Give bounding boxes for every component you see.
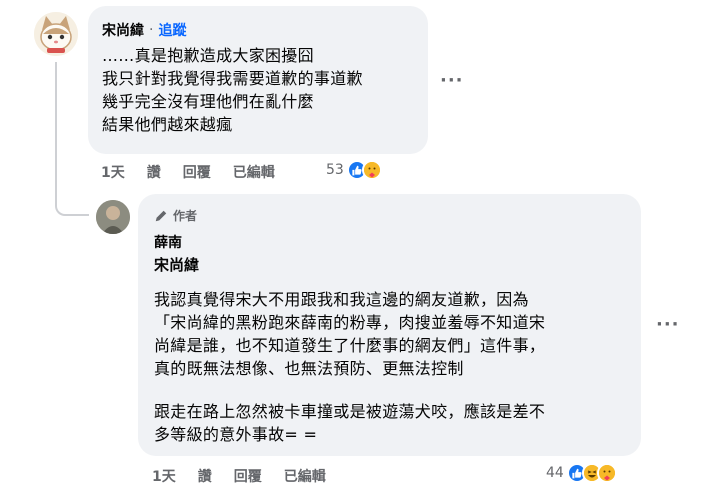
comment-text-line: 多等級的意外事故= =: [154, 425, 318, 444]
avatar[interactable]: [96, 200, 130, 234]
care-reaction-icon: [596, 463, 617, 483]
reaction-count: 44: [546, 465, 564, 481]
more-options-button[interactable]: ···: [656, 314, 680, 335]
reaction-count: 53: [326, 162, 344, 178]
comment-text-line: ……真是抱歉造成大家困擾囧: [102, 46, 314, 65]
author-badge: 作者: [154, 207, 197, 224]
thread-line: [55, 62, 57, 202]
comment-bubble: 宋尚緯 · 追蹤 ……真是抱歉造成大家困擾囧 我只針對我覺得我需要道歉的事道歉 …: [88, 6, 428, 154]
comment-text-line: 幾乎完全沒有理他們在亂什麼: [102, 92, 314, 111]
reaction-summary[interactable]: 44: [546, 463, 617, 483]
comment-timestamp[interactable]: 1天: [101, 162, 125, 182]
comment-text-line: 跟走在路上忽然被卡車撞或是被遊蕩犬咬，應該是差不: [154, 402, 546, 421]
avatar[interactable]: [34, 12, 78, 56]
more-options-button[interactable]: ···: [440, 70, 464, 91]
comment-text-line: 真的既無法想像、也無法預防、更無法控制: [154, 359, 464, 378]
comment-text-line: 我只針對我覺得我需要道歉的事道歉: [102, 69, 363, 88]
comment-text-line: 我認真覺得宋大不用跟我和我這邊的網友道歉，因為: [154, 290, 529, 309]
comment-text-line: 尚緯是誰，也不知道發生了什麼事的網友們」這件事，: [154, 336, 546, 355]
thread-connector: [55, 192, 89, 216]
comment-timestamp[interactable]: 1天: [152, 466, 176, 486]
like-button[interactable]: 讚: [147, 162, 161, 182]
edited-label[interactable]: 已編輯: [233, 162, 275, 182]
comment-author[interactable]: 薛南: [154, 232, 182, 252]
separator-dot: ·: [149, 22, 154, 38]
pencil-icon: [155, 210, 167, 221]
comment-bubble: 作者 薛南 宋尚緯 我認真覺得宋大不用跟我和我這邊的網友道歉，因為 「宋尚緯的黑…: [138, 194, 641, 456]
comment-text-line: 結果他們越來越瘋: [102, 115, 233, 134]
edited-label[interactable]: 已編輯: [284, 466, 326, 486]
comment-actions: 1天 讚 回覆 已編輯: [101, 162, 275, 182]
reaction-summary[interactable]: 53: [326, 160, 382, 180]
care-reaction-icon: [361, 160, 382, 180]
comment-author[interactable]: 宋尚緯: [102, 20, 144, 40]
reply-button[interactable]: 回覆: [234, 466, 262, 486]
like-button[interactable]: 讚: [198, 466, 212, 486]
comment-actions: 1天 讚 回覆 已編輯: [152, 466, 326, 486]
comment-text-line: 「宋尚緯的黑粉跑來薛南的粉專，肉搜並羞辱不知道宋: [154, 313, 546, 332]
author-badge-label: 作者: [173, 209, 198, 223]
follow-button[interactable]: 追蹤: [158, 20, 186, 40]
mentioned-user[interactable]: 宋尚緯: [154, 254, 199, 275]
reply-button[interactable]: 回覆: [183, 162, 211, 182]
